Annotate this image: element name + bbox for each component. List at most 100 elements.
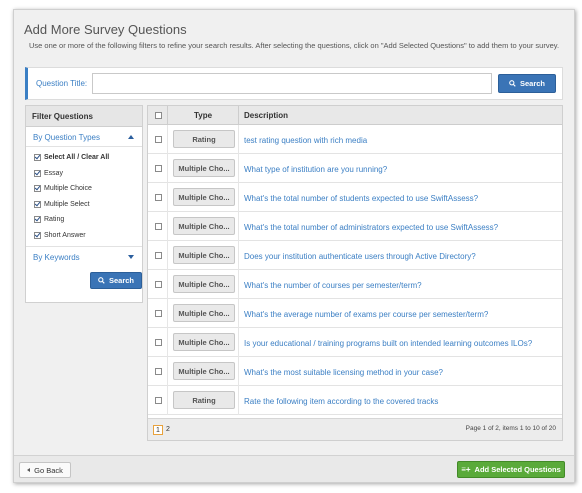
column-divider — [238, 154, 239, 183]
grid-pager: 1 2 Page 1 of 2, items 1 to 10 of 20 — [148, 418, 562, 440]
column-divider — [167, 299, 168, 328]
row-checkbox[interactable] — [155, 194, 162, 201]
question-type-list: Select All / Clear All Essay Multiple Ch… — [26, 147, 142, 247]
filter-panel: Filter Questions By Question Types Selec… — [25, 105, 143, 303]
chevron-left-icon — [27, 468, 31, 472]
search-icon — [98, 277, 105, 284]
row-checkbox[interactable] — [155, 339, 162, 346]
row-checkbox[interactable] — [155, 252, 162, 259]
column-divider — [167, 241, 168, 270]
type-badge[interactable]: Rating — [173, 130, 235, 148]
question-description-link[interactable]: What's the number of courses per semeste… — [244, 281, 422, 290]
column-divider — [238, 183, 239, 212]
description-column-header[interactable]: Description — [244, 111, 288, 120]
select-all-checkbox[interactable] — [34, 154, 41, 162]
column-divider — [238, 386, 239, 415]
type-option-short-answer[interactable]: Short Answer — [34, 228, 134, 244]
type-badge[interactable]: Rating — [173, 391, 235, 409]
question-description-link[interactable]: What's the total number of administrator… — [244, 223, 498, 232]
column-divider — [167, 328, 168, 357]
filter-search-label: Search — [108, 276, 135, 285]
row-checkbox[interactable] — [155, 397, 162, 404]
option-label: Select All / Clear All — [44, 154, 110, 162]
add-questions-dialog: Add More Survey Questions Use one or mor… — [13, 9, 575, 483]
add-selected-questions-button[interactable]: ≡+ Add Selected Questions — [457, 461, 565, 478]
type-badge[interactable]: Multiple Cho... — [173, 362, 235, 380]
type-option-rating[interactable]: Rating — [34, 212, 134, 228]
option-label: Multiple Select — [44, 200, 90, 208]
by-keywords-toggle[interactable]: By Keywords — [26, 247, 142, 267]
column-divider — [238, 241, 239, 270]
option-label: Short Answer — [44, 231, 86, 239]
row-checkbox[interactable] — [155, 368, 162, 375]
column-divider — [167, 125, 168, 154]
type-badge[interactable]: Multiple Cho... — [173, 304, 235, 322]
type-option-multiple-select[interactable]: Multiple Select — [34, 197, 134, 213]
search-button[interactable]: Search — [498, 74, 556, 93]
multiple-select-checkbox[interactable] — [34, 200, 41, 208]
go-back-label: Go Back — [34, 465, 63, 475]
question-description-link[interactable]: What type of institution are you running… — [244, 165, 387, 174]
row-checkbox[interactable] — [155, 223, 162, 230]
type-column-header[interactable]: Type — [194, 111, 212, 120]
row-checkbox[interactable] — [155, 310, 162, 317]
type-badge[interactable]: Multiple Cho... — [173, 159, 235, 177]
type-badge[interactable]: Multiple Cho... — [173, 333, 235, 351]
dialog-footer: Go Back ≡+ Add Selected Questions — [14, 455, 574, 482]
column-divider — [238, 212, 239, 241]
short-answer-checkbox[interactable] — [34, 231, 41, 239]
question-description-link[interactable]: test rating question with rich media — [244, 136, 367, 145]
rating-checkbox[interactable] — [34, 216, 41, 224]
multiple-choice-checkbox[interactable] — [34, 185, 41, 193]
type-badge[interactable]: Multiple Cho... — [173, 246, 235, 264]
by-keywords-label: By Keywords — [33, 253, 80, 262]
question-description-link[interactable]: What's the most suitable licensing metho… — [244, 368, 443, 377]
go-back-button[interactable]: Go Back — [19, 462, 71, 478]
question-description-link[interactable]: Is your educational / training programs … — [244, 339, 532, 348]
select-all-rows-checkbox[interactable] — [155, 112, 162, 119]
row-checkbox[interactable] — [155, 165, 162, 172]
table-row: Multiple Cho... What's the total number o… — [148, 183, 562, 212]
filter-search-button[interactable]: Search — [90, 272, 142, 289]
select-all-option[interactable]: Select All / Clear All — [34, 150, 134, 166]
table-row: Multiple Cho... Does your institution aut… — [148, 241, 562, 270]
grid-rows: Rating test rating question with rich med… — [148, 125, 562, 415]
type-badge[interactable]: Multiple Cho... — [173, 217, 235, 235]
question-description-link[interactable]: What's the average number of exams per c… — [244, 310, 488, 319]
add-icon: ≡+ — [461, 465, 471, 474]
column-divider — [167, 106, 168, 125]
column-divider — [167, 212, 168, 241]
filter-heading: Filter Questions — [26, 106, 142, 127]
table-row: Multiple Cho... What's the total number o… — [148, 212, 562, 241]
table-row: Multiple Cho... What's the average number… — [148, 299, 562, 328]
dialog-subtitle: Use one or more of the following filters… — [29, 41, 560, 50]
essay-checkbox[interactable] — [34, 169, 41, 177]
column-divider — [167, 386, 168, 415]
grid-header: Type Description — [148, 106, 562, 125]
row-checkbox[interactable] — [155, 136, 162, 143]
page-link[interactable]: 2 — [164, 425, 172, 435]
column-divider — [238, 357, 239, 386]
type-option-essay[interactable]: Essay — [34, 166, 134, 182]
question-description-link[interactable]: Rate the following item according to the… — [244, 397, 438, 406]
type-option-multiple-choice[interactable]: Multiple Choice — [34, 181, 134, 197]
question-title-input[interactable] — [92, 73, 492, 94]
chevron-down-icon — [128, 255, 134, 259]
questions-grid: Type Description Rating test rating quest… — [147, 105, 563, 441]
column-divider — [238, 328, 239, 357]
type-badge[interactable]: Multiple Cho... — [173, 188, 235, 206]
table-row: Multiple Cho... What's the most suitable … — [148, 357, 562, 386]
page-link-current[interactable]: 1 — [153, 425, 163, 435]
search-button-label: Search — [519, 79, 546, 88]
question-description-link[interactable]: Does your institution authenticate users… — [244, 252, 476, 261]
table-row: Rating Rate the following item according … — [148, 386, 562, 415]
row-checkbox[interactable] — [155, 281, 162, 288]
dialog-title: Add More Survey Questions — [24, 22, 187, 37]
question-description-link[interactable]: What's the total number of students expe… — [244, 194, 478, 203]
by-question-types-toggle[interactable]: By Question Types — [26, 127, 142, 147]
table-row: Multiple Cho... Is your educational / tra… — [148, 328, 562, 357]
search-icon — [509, 80, 516, 87]
type-badge[interactable]: Multiple Cho... — [173, 275, 235, 293]
column-divider — [167, 357, 168, 386]
chevron-up-icon — [128, 135, 134, 139]
